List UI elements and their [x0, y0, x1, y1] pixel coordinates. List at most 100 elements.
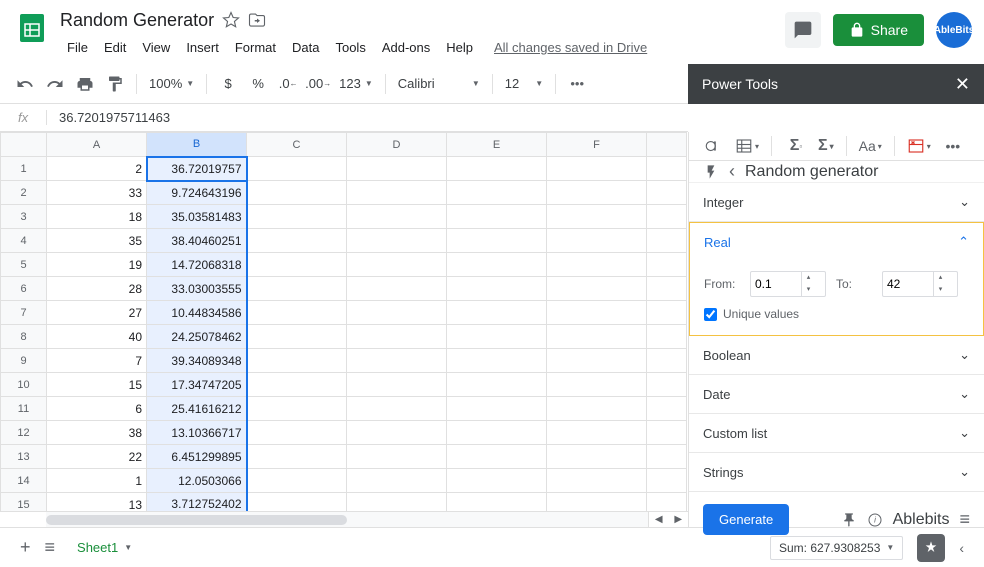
cell[interactable]: 3.712752402	[147, 493, 247, 512]
cell[interactable]	[447, 181, 547, 205]
row-header[interactable]: 6	[1, 277, 47, 301]
menu-help[interactable]: Help	[439, 36, 480, 59]
cell[interactable]: 24.25078462	[147, 325, 247, 349]
tool-clear-icon[interactable]: ▾	[905, 132, 933, 160]
column-header[interactable]: F	[547, 133, 647, 157]
explore-button[interactable]	[917, 534, 945, 562]
menu-edit[interactable]: Edit	[97, 36, 133, 59]
cell[interactable]	[347, 325, 447, 349]
more-button[interactable]: •••	[564, 71, 590, 97]
sheets-logo[interactable]	[12, 8, 52, 48]
column-header[interactable]: D	[347, 133, 447, 157]
cell[interactable]	[247, 205, 347, 229]
generate-button[interactable]: Generate	[703, 504, 789, 535]
cell[interactable]: 35.03581483	[147, 205, 247, 229]
row-header[interactable]: 10	[1, 373, 47, 397]
cell[interactable]	[247, 157, 347, 181]
unique-checkbox[interactable]: Unique values	[704, 307, 969, 321]
cell[interactable]	[347, 157, 447, 181]
column-header[interactable]: C	[247, 133, 347, 157]
cell[interactable]	[447, 421, 547, 445]
star-icon[interactable]	[222, 11, 240, 29]
cell[interactable]: 35	[47, 229, 147, 253]
sheet-menu-icon[interactable]: ▼	[124, 543, 132, 552]
cell[interactable]	[647, 421, 687, 445]
cell[interactable]	[547, 301, 647, 325]
cell[interactable]	[647, 229, 687, 253]
cell[interactable]	[247, 421, 347, 445]
tool-sigma-dropdown[interactable]: Σ▾	[816, 132, 836, 160]
cell[interactable]	[247, 445, 347, 469]
cell[interactable]	[447, 205, 547, 229]
section-strings[interactable]: Strings⌄	[689, 453, 984, 492]
cell[interactable]	[247, 181, 347, 205]
select-all-cell[interactable]	[1, 133, 47, 157]
cell[interactable]	[647, 205, 687, 229]
font-size-dropdown[interactable]: 12▼	[501, 76, 547, 91]
cell[interactable]	[247, 229, 347, 253]
row-header[interactable]: 15	[1, 493, 47, 512]
cell[interactable]: 14.72068318	[147, 253, 247, 277]
tool-table-icon[interactable]: ▾	[733, 132, 761, 160]
cell[interactable]	[347, 277, 447, 301]
cell[interactable]: 17.34747205	[147, 373, 247, 397]
percent-button[interactable]: %	[245, 71, 271, 97]
cell[interactable]	[347, 421, 447, 445]
section-boolean[interactable]: Boolean⌄	[689, 336, 984, 375]
menu-addons[interactable]: Add-ons	[375, 36, 437, 59]
cell[interactable]: 6.451299895	[147, 445, 247, 469]
row-header[interactable]: 3	[1, 205, 47, 229]
cell[interactable]	[447, 373, 547, 397]
cell[interactable]	[547, 229, 647, 253]
row-header[interactable]: 9	[1, 349, 47, 373]
cell[interactable]: 40	[47, 325, 147, 349]
row-header[interactable]: 12	[1, 421, 47, 445]
print-button[interactable]	[72, 71, 98, 97]
redo-button[interactable]	[42, 71, 68, 97]
row-header[interactable]: 7	[1, 301, 47, 325]
cell[interactable]	[647, 469, 687, 493]
cell[interactable]	[547, 469, 647, 493]
cell[interactable]: 22	[47, 445, 147, 469]
row-header[interactable]: 14	[1, 469, 47, 493]
collapse-icon[interactable]: ‹	[959, 540, 964, 556]
cell[interactable]	[347, 253, 447, 277]
cell[interactable]	[547, 421, 647, 445]
cell[interactable]	[547, 373, 647, 397]
tool-sum-icon[interactable]: Σ▫	[782, 132, 810, 160]
cell[interactable]: 36.72019757	[147, 157, 247, 181]
section-integer[interactable]: Integer⌄	[689, 183, 984, 222]
cell[interactable]	[347, 493, 447, 512]
save-status[interactable]: All changes saved in Drive	[494, 40, 647, 55]
cell[interactable]	[647, 493, 687, 512]
row-header[interactable]: 11	[1, 397, 47, 421]
back-icon[interactable]: ‹	[729, 161, 735, 182]
column-header[interactable]: B	[147, 133, 247, 157]
cell[interactable]: 38.40460251	[147, 229, 247, 253]
cell[interactable]: 12.0503066	[147, 469, 247, 493]
row-header[interactable]: 2	[1, 181, 47, 205]
cell[interactable]	[247, 469, 347, 493]
cell[interactable]	[647, 157, 687, 181]
cell[interactable]: 13	[47, 493, 147, 512]
cell[interactable]	[647, 349, 687, 373]
spreadsheet-grid[interactable]: ABCDEF1236.720197572339.72464319631835.0…	[0, 132, 688, 527]
section-date[interactable]: Date⌄	[689, 375, 984, 414]
cell[interactable]	[647, 397, 687, 421]
cell[interactable]	[447, 493, 547, 512]
tool-dedupe-icon[interactable]	[699, 132, 727, 160]
scroll-right-icon[interactable]: ▶	[669, 512, 689, 527]
cell[interactable]: 6	[47, 397, 147, 421]
cell[interactable]	[347, 397, 447, 421]
cell[interactable]: 18	[47, 205, 147, 229]
menu-icon[interactable]: ≡	[959, 509, 970, 530]
row-header[interactable]: 5	[1, 253, 47, 277]
cell[interactable]	[347, 301, 447, 325]
row-header[interactable]: 4	[1, 229, 47, 253]
spinner-down-icon[interactable]: ▾	[802, 284, 815, 296]
cell[interactable]	[247, 277, 347, 301]
cell[interactable]: 25.41616212	[147, 397, 247, 421]
scroll-left-icon[interactable]: ◀	[649, 512, 669, 527]
close-icon[interactable]: ✕	[955, 74, 970, 95]
spinner-up-icon[interactable]: ▴	[934, 272, 947, 284]
